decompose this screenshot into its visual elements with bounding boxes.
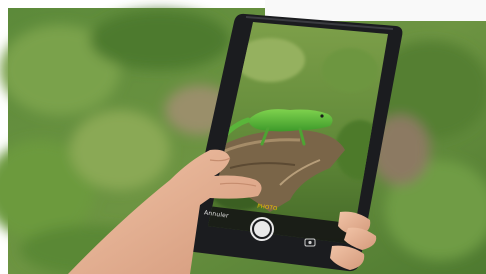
top-white-block: [265, 0, 486, 21]
shutter-button-icon[interactable]: [250, 217, 274, 241]
photo-scene: [0, 0, 486, 274]
